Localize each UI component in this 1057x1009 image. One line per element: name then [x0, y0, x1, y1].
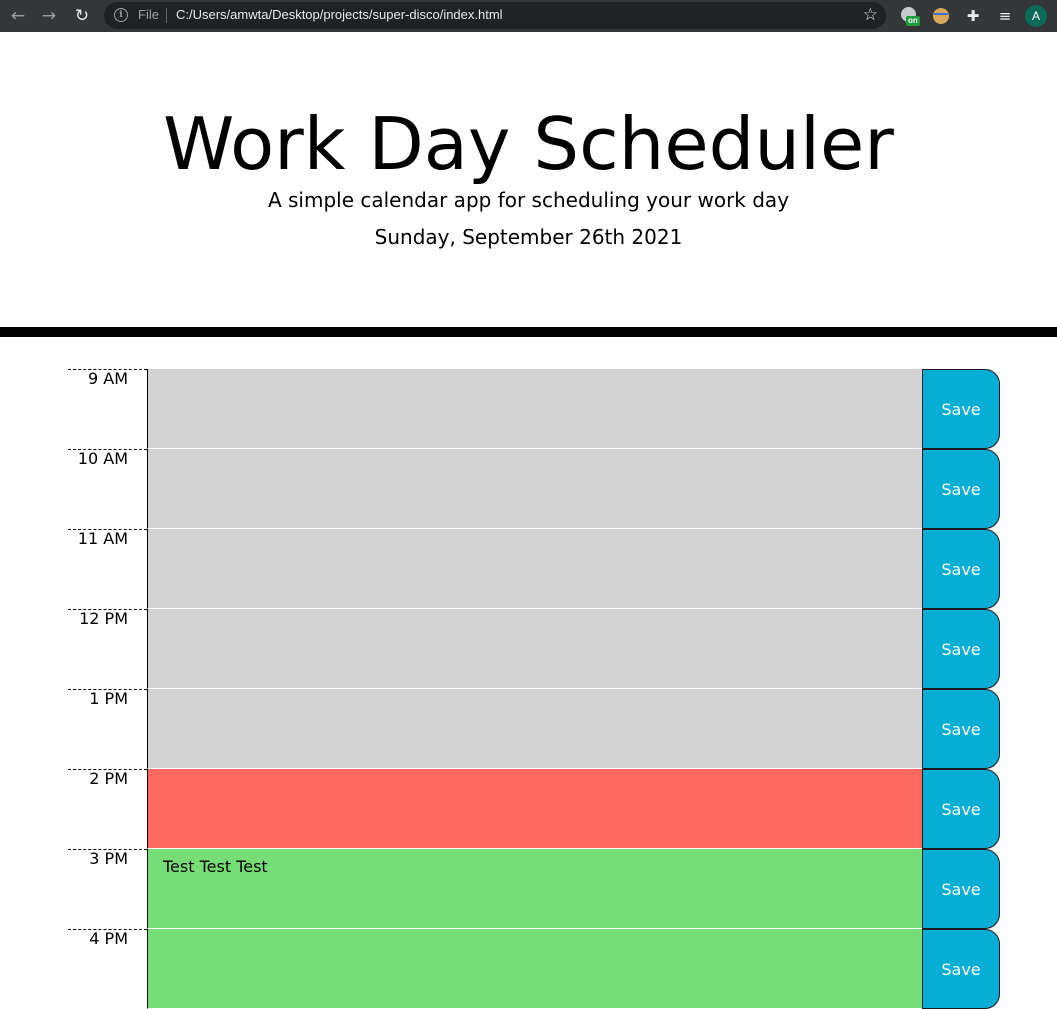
- description-textarea[interactable]: [147, 929, 922, 1009]
- browser-toolbar: ← → ↻ i File C:/Users/amwta/Desktop/proj…: [0, 0, 1057, 32]
- hour-label-cell: 4 PM: [68, 929, 147, 1009]
- hour-label-cell: 9 AM: [68, 369, 147, 449]
- timeblock-row: 4 PM Save: [68, 929, 1000, 1009]
- hour-label: 2 PM: [89, 769, 128, 788]
- hour-label-cell: 10 AM: [68, 449, 147, 529]
- extension-badge: on: [906, 16, 920, 26]
- extension-face-icon[interactable]: [931, 6, 951, 26]
- save-button[interactable]: Save: [922, 449, 1000, 529]
- timeblock-row: 11 AM Save: [68, 529, 1000, 609]
- timeblock-row: 9 AM Save: [68, 369, 1000, 449]
- back-arrow-icon[interactable]: ←: [7, 5, 29, 27]
- hour-label: 4 PM: [89, 929, 128, 948]
- timeblock-row: 10 AM Save: [68, 449, 1000, 529]
- save-button[interactable]: Save: [922, 689, 1000, 769]
- info-icon[interactable]: i: [114, 8, 128, 22]
- hour-label-cell: 1 PM: [68, 689, 147, 769]
- description-textarea[interactable]: [147, 449, 922, 529]
- timeblock-row: 12 PM Save: [68, 609, 1000, 689]
- header-divider: [0, 327, 1057, 337]
- hour-label: 3 PM: [89, 849, 128, 868]
- current-day: Sunday, September 26th 2021: [374, 225, 683, 249]
- hour-label: 10 AM: [77, 449, 128, 468]
- page-lead: A simple calendar app for scheduling you…: [267, 188, 790, 212]
- address-bar[interactable]: i File C:/Users/amwta/Desktop/projects/s…: [104, 2, 886, 29]
- omnibox-divider: [166, 8, 167, 23]
- hour-label: 9 AM: [87, 369, 128, 388]
- reload-icon[interactable]: ↻: [71, 5, 93, 27]
- file-label: File: [138, 7, 159, 22]
- extension-on-icon[interactable]: on: [900, 6, 920, 26]
- jumbotron-header: Work Day Scheduler A simple calendar app…: [0, 32, 1057, 327]
- profile-avatar[interactable]: A: [1025, 5, 1047, 27]
- hour-label: 1 PM: [89, 689, 128, 708]
- description-textarea[interactable]: [147, 529, 922, 609]
- timeblock-row: 3 PM Test Test Test Save: [68, 849, 1000, 929]
- save-button[interactable]: Save: [922, 369, 1000, 449]
- url-text[interactable]: C:/Users/amwta/Desktop/projects/super-di…: [176, 7, 503, 22]
- forward-arrow-icon[interactable]: →: [38, 5, 60, 27]
- hour-label-cell: 2 PM: [68, 769, 147, 849]
- hour-label-cell: 3 PM: [68, 849, 147, 929]
- save-button[interactable]: Save: [922, 769, 1000, 849]
- glasses-icon: [934, 13, 948, 19]
- description-textarea[interactable]: [147, 609, 922, 689]
- page-title: Work Day Scheduler: [163, 102, 894, 186]
- timeblock-row: 2 PM Save: [68, 769, 1000, 849]
- description-textarea[interactable]: [147, 369, 922, 449]
- save-button[interactable]: Save: [922, 929, 1000, 1009]
- hour-label: 12 PM: [79, 609, 128, 628]
- extensions-puzzle-icon[interactable]: ✚: [963, 6, 983, 26]
- description-textarea[interactable]: [147, 689, 922, 769]
- hour-label: 11 AM: [77, 529, 128, 548]
- timeblock-row: 1 PM Save: [68, 689, 1000, 769]
- save-button[interactable]: Save: [922, 849, 1000, 929]
- bookmark-star-icon[interactable]: ☆: [863, 5, 878, 25]
- save-button[interactable]: Save: [922, 609, 1000, 689]
- description-textarea[interactable]: Test Test Test: [147, 849, 922, 929]
- description-textarea[interactable]: [147, 769, 922, 849]
- hour-label-cell: 12 PM: [68, 609, 147, 689]
- save-button[interactable]: Save: [922, 529, 1000, 609]
- hour-label-cell: 11 AM: [68, 529, 147, 609]
- media-queue-icon[interactable]: ≡: [995, 6, 1015, 26]
